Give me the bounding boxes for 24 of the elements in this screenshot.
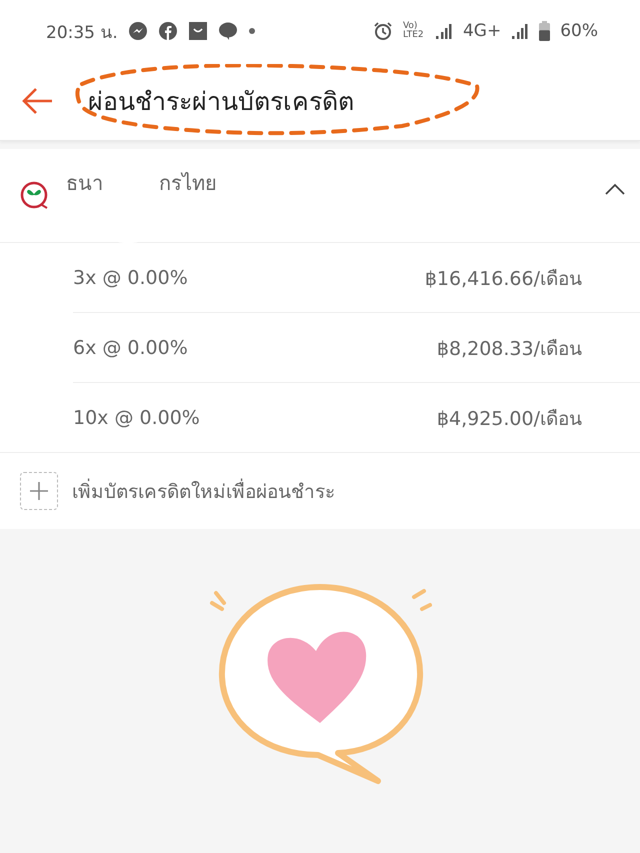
network-label: 4G+ (462, 21, 502, 41)
battery-icon (539, 21, 550, 41)
plan-term: 10x @ 0.00% (73, 406, 200, 428)
battery-percent: 60% (560, 21, 598, 41)
plan-term: 6x @ 0.00% (73, 336, 188, 358)
chat-bubble-icon (218, 21, 238, 41)
plan-term: 3x @ 0.00% (73, 266, 188, 288)
plus-icon (29, 481, 49, 501)
signal-icon (434, 22, 453, 40)
page-title: ผ่อนชำระผ่านบัตรเครดิต (88, 86, 354, 118)
bank-logo-icon (20, 181, 50, 211)
status-time: 20:35 น. (46, 22, 118, 44)
messenger-icon (128, 21, 148, 41)
bank-name: กรไทย (159, 170, 217, 197)
dot-icon (248, 27, 256, 35)
plan-amount: ฿4,925.00/เดือน (436, 406, 582, 432)
alarm-icon (372, 21, 393, 41)
facebook-icon (158, 21, 178, 41)
bank-name: ธนา (66, 170, 103, 197)
plan-amount: ฿16,416.66/เดือน (424, 266, 582, 292)
plan-amount: ฿8,208.33/เดือน (436, 336, 582, 362)
signal-icon (511, 22, 530, 40)
shopping-bag-icon (188, 21, 208, 41)
volte-label: Vo) LTE2 (402, 22, 425, 40)
